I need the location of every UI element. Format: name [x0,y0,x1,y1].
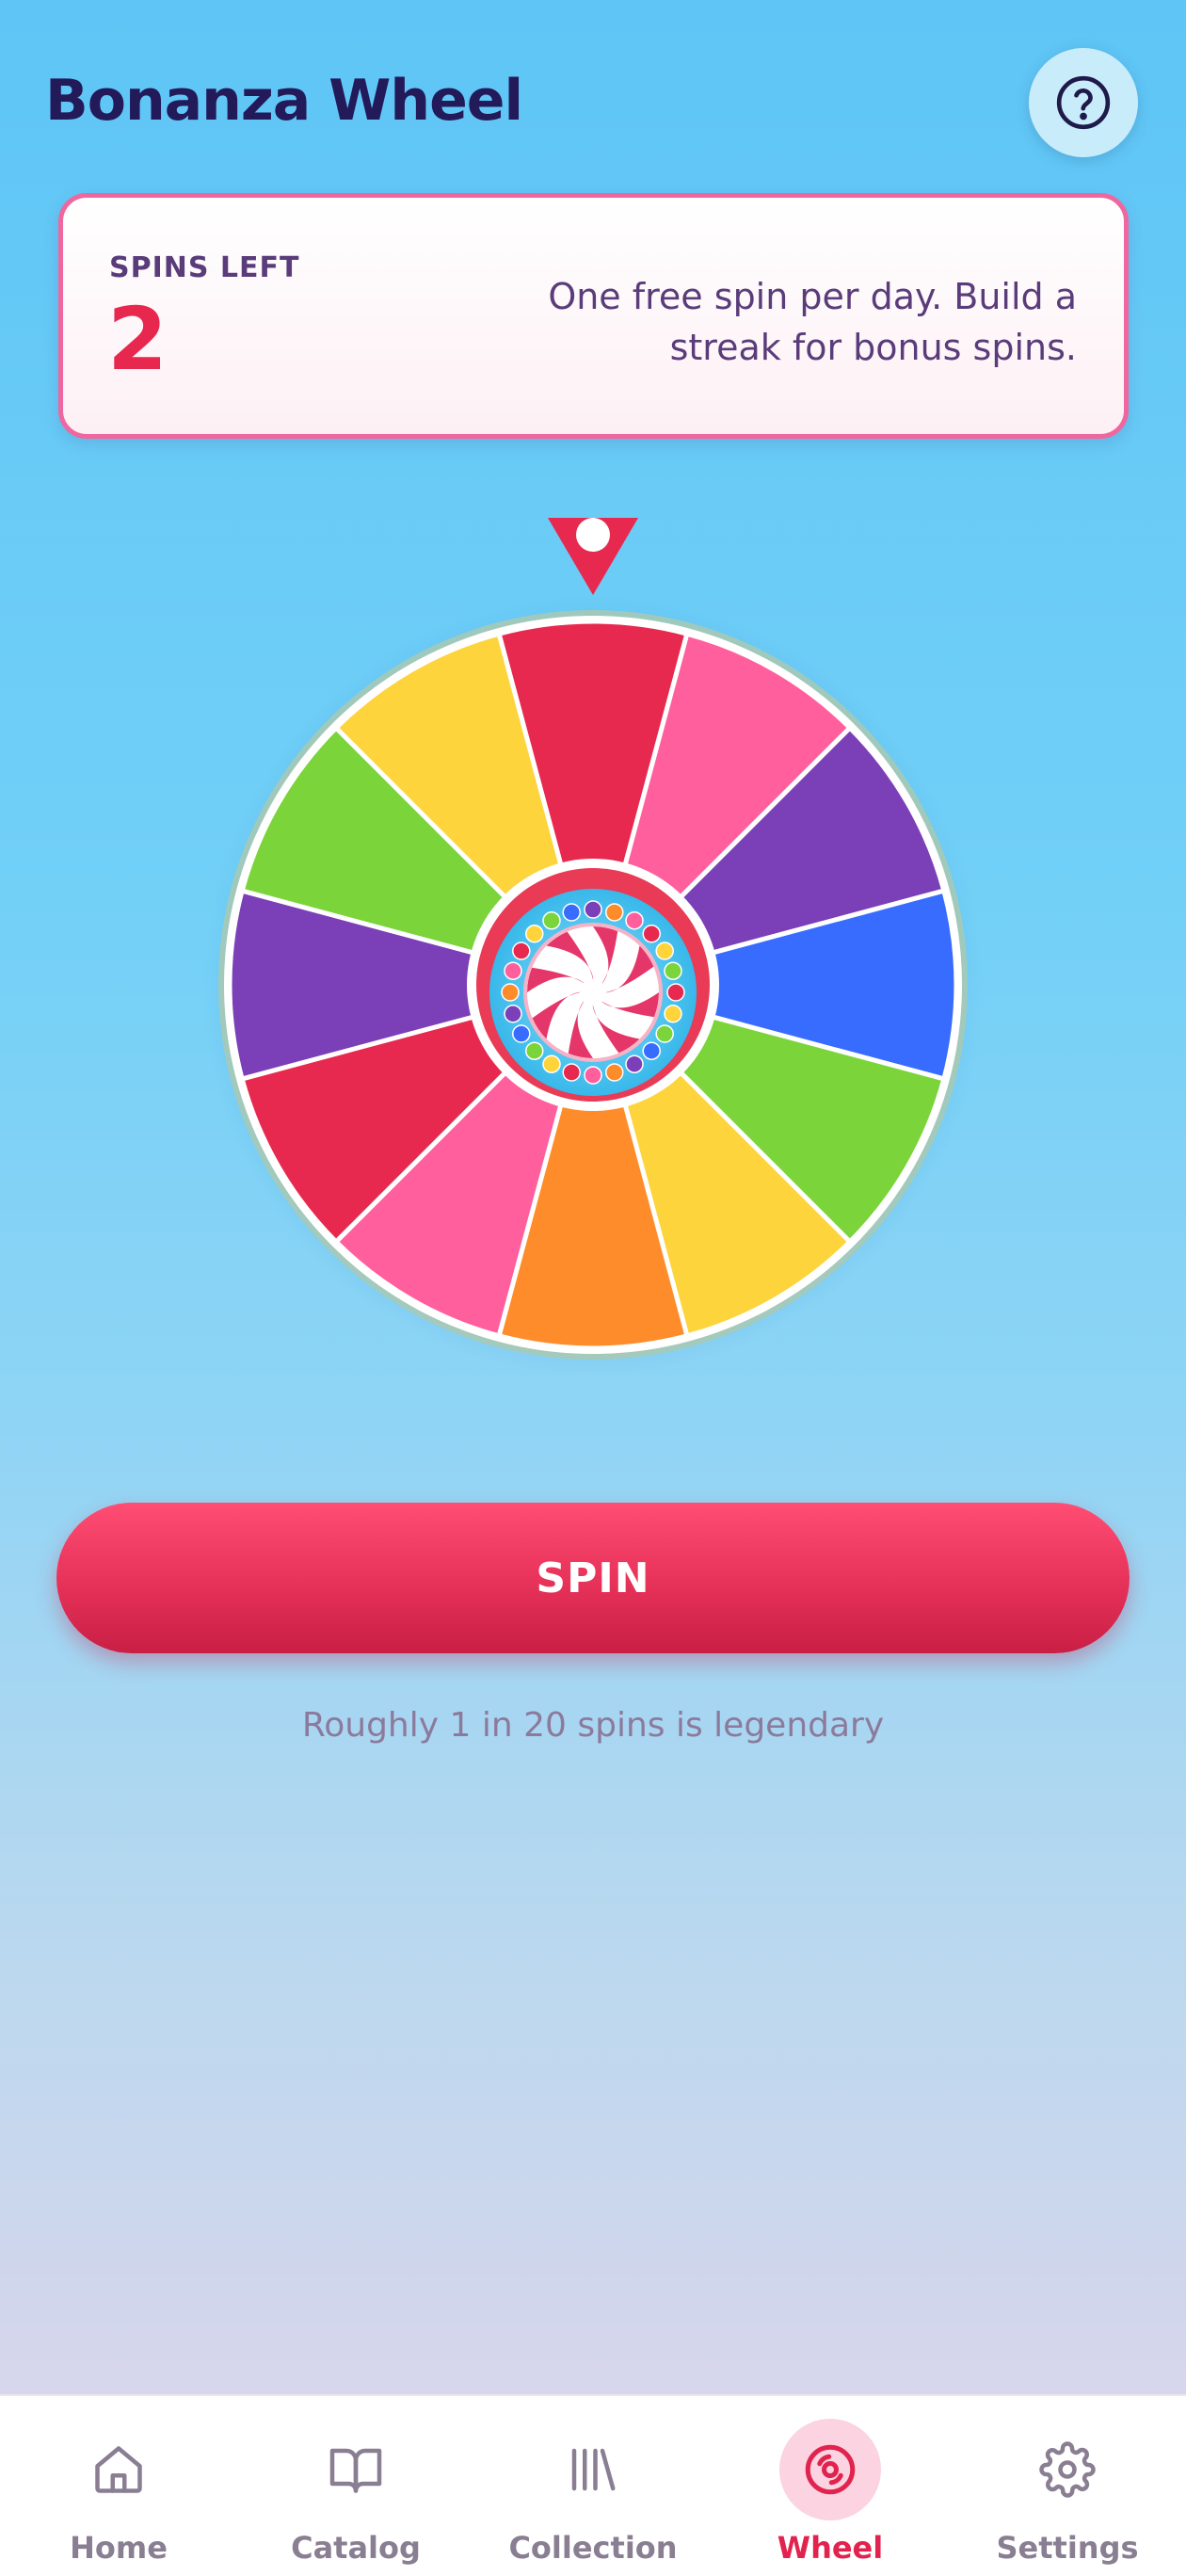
tab-home[interactable]: Home [0,2396,237,2576]
question-circle-icon [1056,75,1111,130]
book-icon [329,2448,382,2493]
tab-collection-label: Collection [508,2530,678,2566]
spins-left-count: 2 [107,289,168,390]
tab-collection[interactable]: Collection [474,2396,712,2576]
peppermint-candy-icon [523,923,663,1062]
help-button[interactable] [1029,48,1138,157]
home-icon [95,2446,142,2493]
tab-wheel[interactable]: Wheel [712,2396,949,2576]
wheel-icon [805,2444,856,2495]
pointer-icon [548,518,638,595]
gear-icon [1039,2441,1096,2498]
tab-settings-label: Settings [996,2530,1139,2566]
prize-wheel[interactable] [202,508,984,1376]
tab-wheel-label: Wheel [777,2530,884,2566]
spin-button[interactable]: SPIN [56,1503,1130,1653]
spins-left-label: SPINS LEFT [109,251,300,284]
bottom-tab-bar: Home Catalog Collection Wheel Settings [0,2394,1186,2576]
tab-catalog[interactable]: Catalog [237,2396,474,2576]
library-icon [571,2448,616,2491]
spins-description: One free spin per day. Build a streak fo… [548,276,1077,368]
page-title: Bonanza Wheel [45,68,523,134]
wheel-graphic [202,518,984,1376]
tab-settings[interactable]: Settings [949,2396,1186,2576]
spins-left-card: SPINS LEFT 2 One free spin per day. Buil… [58,193,1129,439]
tab-catalog-label: Catalog [291,2530,421,2566]
tab-home-label: Home [70,2530,168,2566]
odds-note: Roughly 1 in 20 spins is legendary [301,1706,885,1745]
